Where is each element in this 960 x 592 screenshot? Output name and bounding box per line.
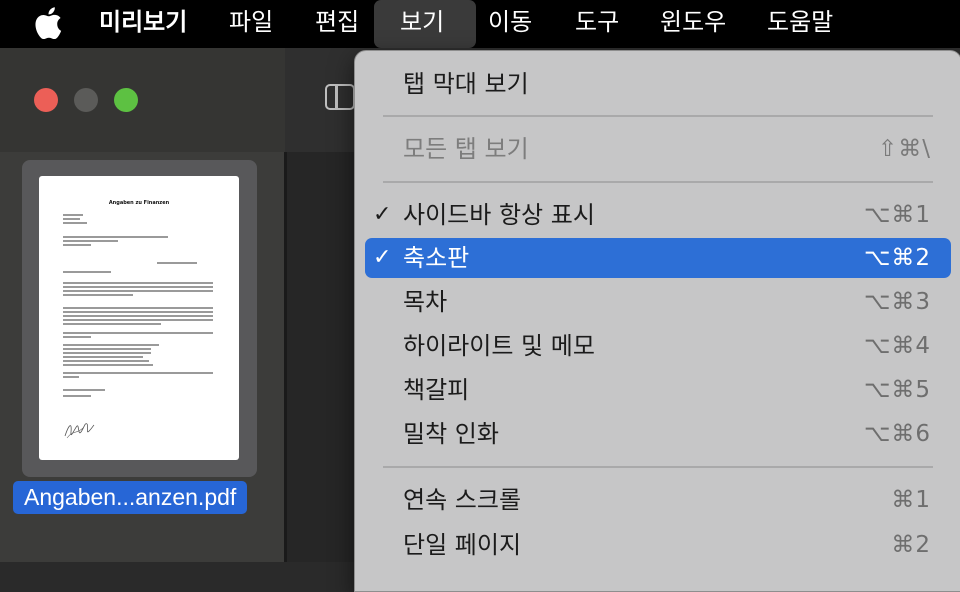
file-name-label[interactable]: Angaben...anzen.pdf: [13, 481, 248, 514]
menu-item-single-page[interactable]: 단일 페이지 ⌘2: [365, 525, 951, 565]
menu-help[interactable]: 도움말: [767, 0, 833, 48]
menu-item-label: 탭 막대 보기: [403, 70, 529, 98]
menu-separator: [383, 181, 933, 183]
shortcut-label: ⇧⌘\: [877, 136, 931, 162]
menu-item-label: 모든 탭 보기: [403, 135, 529, 163]
thumbnail-text-line: [63, 360, 149, 362]
titlebar-left: [0, 48, 285, 152]
menu-separator: [383, 115, 933, 117]
thumbnail-text-line: [157, 262, 197, 264]
thumbnail-text-line: [63, 286, 213, 288]
menu-tools[interactable]: 도구: [575, 0, 619, 48]
thumbnail-text-line: [63, 323, 161, 325]
thumbnail-text-line: [63, 319, 213, 321]
thumbnail-text-line: [63, 294, 133, 296]
thumbnail-text-line: [63, 315, 213, 317]
menu-item-label: 축소판: [403, 244, 470, 272]
menu-item-continuous-scroll[interactable]: 연속 스크롤 ⌘1: [365, 480, 951, 520]
signature-image: [64, 423, 95, 439]
shortcut-label: ⌥⌘1: [863, 202, 931, 228]
thumbnail-text-line: [63, 240, 118, 242]
shortcut-label: ⌥⌘4: [863, 333, 931, 359]
apple-logo-icon[interactable]: [34, 7, 62, 39]
thumbnail-text-line: [63, 282, 213, 284]
menu-edit[interactable]: 편집: [315, 0, 359, 48]
shortcut-label: ⌘2: [891, 532, 931, 558]
thumbnail-title: Angaben zu Finanzen: [108, 200, 170, 206]
checkmark-icon: ✓: [373, 202, 392, 227]
checkmark-icon: ✓: [373, 245, 392, 270]
menu-item-label: 하이라이트 및 메모: [403, 332, 595, 360]
menu-item-label: 목차: [403, 288, 448, 316]
menu-window[interactable]: 윈도우: [660, 0, 726, 48]
page-thumbnail-image: Angaben zu Finanzen: [39, 176, 239, 460]
shortcut-label: ⌥⌘6: [863, 421, 931, 447]
menu-item-table-of-contents[interactable]: 목차 ⌥⌘3: [365, 282, 951, 322]
menu-item-highlights-and-notes[interactable]: 하이라이트 및 메모 ⌥⌘4: [365, 326, 951, 366]
menu-item-label: 사이드바 항상 표시: [403, 201, 595, 229]
thumbnail-text-line: [63, 352, 151, 354]
menu-bar: 미리보기 파일 편집 보기 이동 도구 윈도우 도움말: [0, 0, 960, 48]
menu-item-contact-sheet[interactable]: 밀착 인화 ⌥⌘6: [365, 414, 951, 454]
thumbnail-text-line: [63, 376, 79, 378]
thumbnail-text-line: [63, 332, 213, 334]
thumbnail-text-line: [63, 364, 153, 366]
menu-item-always-show-sidebar[interactable]: ✓ 사이드바 항상 표시 ⌥⌘1: [365, 195, 951, 235]
menu-item-bookmarks[interactable]: 책갈피 ⌥⌘5: [365, 370, 951, 410]
menu-item-show-all-tabs: 모든 탭 보기 ⇧⌘\: [365, 129, 951, 169]
minimize-window-button[interactable]: [74, 88, 98, 112]
thumbnail-text-line: [63, 336, 91, 338]
page-thumbnail[interactable]: Angaben zu Finanzen: [22, 160, 257, 477]
thumbnail-text-line: [63, 311, 213, 313]
thumbnail-text-line: [63, 348, 151, 350]
shortcut-label: ⌥⌘2: [863, 245, 931, 271]
menu-go[interactable]: 이동: [488, 0, 532, 48]
thumbnail-text-line: [63, 389, 105, 391]
menu-file[interactable]: 파일: [229, 0, 273, 48]
thumbnail-text-line: [63, 372, 213, 374]
thumbnail-text-line: [63, 395, 91, 397]
zoom-window-button[interactable]: [114, 88, 138, 112]
thumbnail-text-line: [63, 307, 213, 309]
thumbnail-text-line: [63, 244, 91, 246]
menu-item-show-tab-bar[interactable]: 탭 막대 보기: [365, 64, 951, 104]
menu-item-label: 단일 페이지: [403, 531, 522, 559]
menu-item-label: 책갈피: [403, 376, 470, 404]
close-window-button[interactable]: [34, 88, 58, 112]
thumbnail-text-line: [63, 356, 143, 358]
thumbnail-text-line: [63, 236, 168, 238]
thumbnail-text-line: [63, 214, 83, 216]
thumbnail-text-line: [63, 290, 213, 292]
menu-item-thumbnails[interactable]: ✓ 축소판 ⌥⌘2: [365, 238, 951, 278]
menu-view[interactable]: 보기: [374, 0, 476, 48]
thumbnail-text-line: [63, 222, 87, 224]
view-menu-dropdown: 탭 막대 보기 모든 탭 보기 ⇧⌘\ ✓ 사이드바 항상 표시 ⌥⌘1 ✓ 축…: [354, 50, 960, 592]
menu-preview[interactable]: 미리보기: [99, 0, 187, 48]
shortcut-label: ⌥⌘5: [863, 377, 931, 403]
menu-item-label: 연속 스크롤: [403, 486, 522, 514]
menu-item-label: 밀착 인화: [403, 420, 499, 448]
sidebar-toggle-icon[interactable]: [325, 84, 355, 110]
thumbnail-text-line: [63, 271, 111, 273]
thumbnail-text-line: [63, 218, 80, 220]
shortcut-label: ⌥⌘3: [863, 289, 931, 315]
shortcut-label: ⌘1: [891, 487, 931, 513]
menu-separator: [383, 466, 933, 468]
thumbnail-text-line: [63, 344, 159, 346]
